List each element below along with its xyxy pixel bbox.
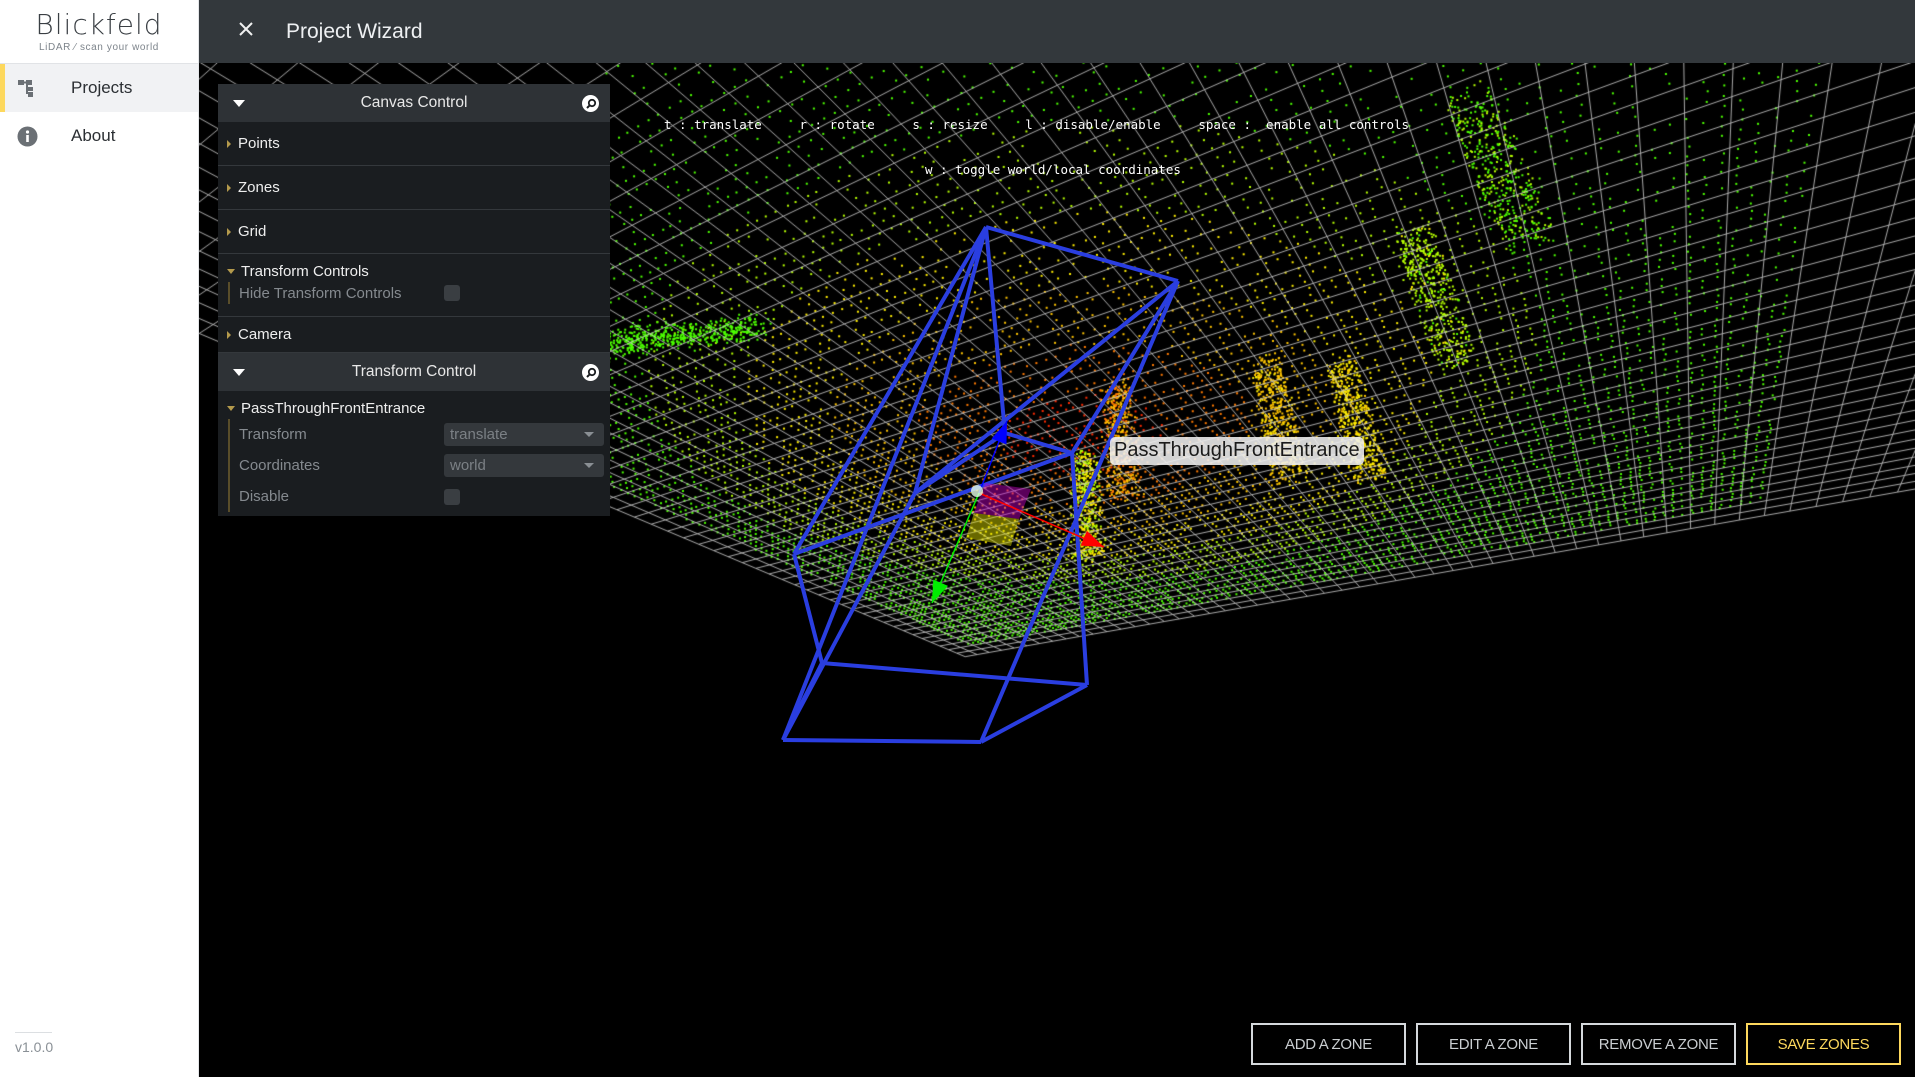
- folder-label: Zones: [238, 179, 280, 196]
- hotkey-line-2: w : toggle world/local coordinates: [925, 162, 1181, 177]
- info-icon: [16, 125, 38, 147]
- sidebar-item-about[interactable]: About: [0, 112, 198, 160]
- hide-transform-controls-row: Hide Transform Controls: [239, 282, 610, 304]
- expand-icon: [227, 139, 231, 148]
- hide-transform-controls-checkbox[interactable]: [444, 285, 460, 301]
- zone-wireframe[interactable]: [781, 225, 1180, 744]
- save-zones-button[interactable]: SAVE ZONES: [1746, 1023, 1901, 1065]
- disable-checkbox[interactable]: [444, 488, 460, 505]
- zone-edge: [782, 738, 982, 744]
- hotkey-help: t : translate r : rotate s : resize l : …: [664, 87, 1409, 207]
- zone-edge: [781, 226, 988, 741]
- folder-body: Transform translate Coordinates world Di…: [228, 419, 610, 512]
- collapse-icon[interactable]: [233, 100, 245, 107]
- coordinates-row: Coordinates world: [239, 450, 610, 481]
- folder-camera[interactable]: Camera: [218, 317, 610, 353]
- zone-edge: [985, 225, 1179, 283]
- transform-control-title: Transform Control: [351, 363, 477, 380]
- folder-points[interactable]: Points: [218, 122, 610, 166]
- sidebar-item-projects[interactable]: Projects: [0, 64, 198, 112]
- folder-label: Transform Controls: [241, 262, 369, 280]
- transform-mode-row: Transform translate: [239, 419, 610, 450]
- edit-zone-button[interactable]: EDIT A ZONE: [1416, 1023, 1571, 1065]
- sidebar-item-label: About: [71, 126, 116, 145]
- disable-row: Disable: [239, 481, 610, 512]
- gizmo-center-handle[interactable]: [971, 485, 983, 497]
- folder-transform-controls: Transform Controls Hide Transform Contro…: [218, 254, 610, 317]
- zone-edge: [793, 451, 1073, 556]
- add-zone-button[interactable]: ADD A ZONE: [1251, 1023, 1406, 1065]
- sidebar-item-label: Projects: [71, 78, 133, 97]
- control-panel: Canvas Control Points Zones Grid Transfo…: [218, 84, 610, 516]
- canvas-control-header[interactable]: Canvas Control: [218, 84, 610, 122]
- remove-zone-button[interactable]: REMOVE A ZONE: [1581, 1023, 1736, 1065]
- brand-logo: Blickfeld LiDAR ⁄ scan your world: [0, 0, 198, 64]
- prop-label: Transform: [239, 426, 307, 443]
- folder-grid[interactable]: Grid: [218, 210, 610, 254]
- gizmo-xy-plane[interactable]: [966, 513, 1019, 546]
- gizmo-x-axis-arrow[interactable]: [1080, 530, 1104, 547]
- transform-mode-select[interactable]: translate: [444, 423, 604, 446]
- transform-control-header[interactable]: Transform Control: [218, 353, 610, 391]
- zone-edge: [821, 661, 1088, 687]
- close-button[interactable]: [228, 14, 264, 50]
- gizmo-y-axis-arrow[interactable]: [932, 579, 949, 603]
- zone-edge: [980, 683, 1088, 744]
- folder-label: Points: [238, 135, 280, 152]
- point-cloud-viewport[interactable]: t : translate r : rotate s : resize l : …: [199, 63, 1915, 1077]
- hotkey-line-1: t : translate r : rotate s : resize l : …: [664, 117, 1410, 132]
- gizmo-xz-plane[interactable]: [974, 483, 1031, 519]
- collapse-icon: [227, 268, 235, 274]
- sidebar: Blickfeld LiDAR ⁄ scan your world Projec…: [0, 0, 199, 1077]
- folder-body: Hide Transform Controls: [228, 282, 610, 304]
- zone-edge: [1004, 431, 1073, 455]
- folder-zones[interactable]: Zones: [218, 166, 610, 210]
- page-title: Project Wizard: [286, 19, 423, 43]
- zone-actions: ADD A ZONE EDIT A ZONE REMOVE A ZONE SAV…: [1251, 1023, 1901, 1065]
- close-icon: [238, 21, 254, 42]
- folder-transform-controls-header[interactable]: Transform Controls: [227, 262, 610, 280]
- search-icon[interactable]: [582, 95, 599, 112]
- expand-icon: [227, 183, 231, 192]
- zone-edge: [781, 492, 917, 741]
- collapse-icon[interactable]: [233, 369, 245, 376]
- folder-label: Grid: [238, 223, 267, 240]
- expand-icon: [227, 330, 231, 339]
- folder-zone-transform: PassThroughFrontEntrance Transform trans…: [218, 391, 610, 516]
- zone-name-label: PassThroughFrontEntrance: [1110, 437, 1364, 465]
- canvas-control-title: Canvas Control: [360, 94, 468, 111]
- expand-icon: [227, 227, 231, 236]
- prop-label: Coordinates: [239, 457, 320, 474]
- search-icon[interactable]: [582, 364, 599, 381]
- brand-name: Blickfeld: [35, 7, 163, 41]
- prop-label: Hide Transform Controls: [239, 284, 402, 302]
- zone-edge: [1070, 452, 1089, 686]
- coordinates-select[interactable]: world: [444, 454, 604, 477]
- folder-label: Camera: [238, 326, 292, 343]
- zone-folder-label: PassThroughFrontEntrance: [241, 399, 426, 417]
- zone-folder-header[interactable]: PassThroughFrontEntrance: [227, 399, 610, 417]
- top-bar: Project Wizard: [199, 0, 1915, 63]
- zone-edge: [1070, 279, 1180, 455]
- app-version: v1.0.0: [15, 1032, 53, 1055]
- prop-label: Disable: [239, 488, 290, 505]
- collapse-icon: [227, 405, 235, 411]
- project-tree-icon: [16, 77, 38, 99]
- brand-tagline: LiDAR ⁄ scan your world: [39, 41, 159, 53]
- zone-edge: [984, 226, 1007, 434]
- zone-edge: [792, 225, 988, 556]
